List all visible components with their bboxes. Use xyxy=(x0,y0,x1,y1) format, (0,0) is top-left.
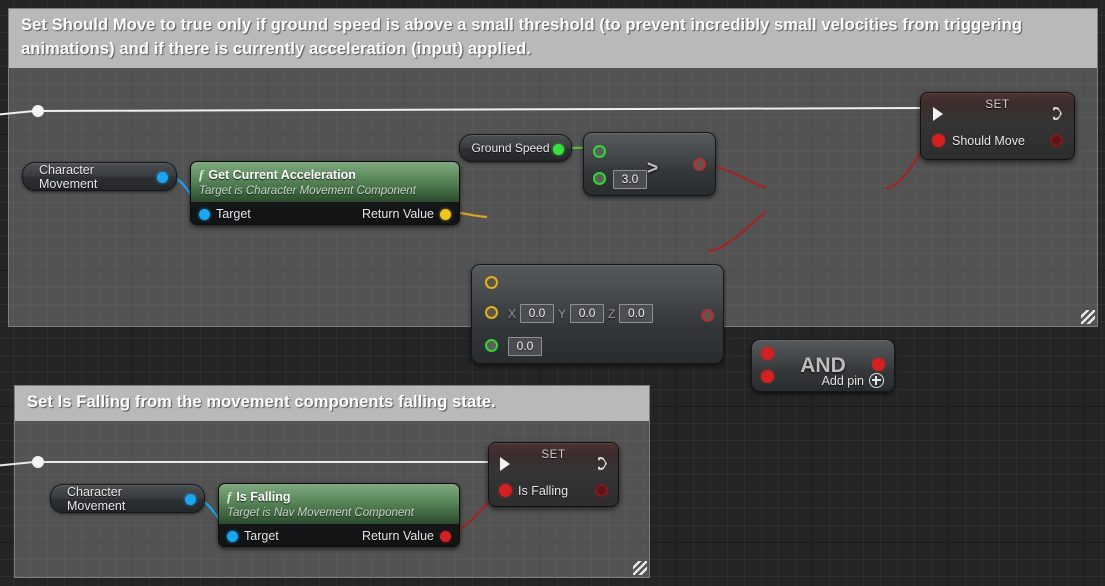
set-should-move-input-pin[interactable] xyxy=(932,134,945,147)
node-body: Target Return Value xyxy=(219,524,459,546)
target-pin-row[interactable]: Target xyxy=(199,207,251,221)
vector-result-pin[interactable] xyxy=(485,339,498,352)
function-icon: f xyxy=(227,489,232,504)
return-value-label: Return Value xyxy=(361,529,434,543)
blueprint-graph-canvas[interactable]: Set Should Move to true only if ground s… xyxy=(0,0,1105,586)
and-add-pin-button[interactable]: Add pin xyxy=(822,373,884,388)
return-value-pin-row[interactable]: Return Value xyxy=(362,207,451,221)
return-value-output-pin[interactable] xyxy=(440,530,451,542)
and-output-pin[interactable] xyxy=(872,358,885,371)
ground-speed-output-pin[interactable] xyxy=(553,144,564,155)
node-set-is-falling[interactable]: SET Is Falling xyxy=(488,442,619,507)
node-set-should-move[interactable]: SET Should Move xyxy=(920,92,1075,160)
greater-than-input-b-value[interactable]: 3.0 xyxy=(613,170,647,189)
greater-than-output-pin[interactable] xyxy=(693,158,706,171)
vector-x-input[interactable]: 0.0 xyxy=(520,304,555,323)
set-is-falling-output-pin[interactable] xyxy=(595,484,608,497)
vector-literal-input-pin[interactable] xyxy=(485,306,498,319)
character-movement-output-pin[interactable] xyxy=(157,172,168,183)
set-should-move-label: Should Move xyxy=(952,134,1025,148)
node-greater-than[interactable]: 3.0 > xyxy=(583,132,716,196)
node-and[interactable]: AND Add pin xyxy=(751,339,895,392)
character-movement-output-pin[interactable] xyxy=(185,494,196,505)
vector-x-label: X xyxy=(508,306,517,321)
ground-speed-label: Ground Speed xyxy=(471,141,550,155)
return-value-label: Return Value xyxy=(361,207,434,221)
node-get-current-acceleration[interactable]: f Get Current Acceleration Target is Char… xyxy=(190,161,460,225)
comment-resize-handle[interactable] xyxy=(1081,310,1095,324)
target-pin-row[interactable]: Target xyxy=(227,529,279,543)
node-body: Target Return Value xyxy=(191,202,459,224)
greater-than-input-a-pin[interactable] xyxy=(593,145,606,158)
vector-output-pin[interactable] xyxy=(701,309,714,322)
target-label: Target xyxy=(216,207,251,221)
exec-arrow-icon[interactable] xyxy=(933,107,943,121)
node-subtitle: Target is Character Movement Component xyxy=(199,185,416,197)
target-label: Target xyxy=(244,529,279,543)
return-value-pin-row[interactable]: Return Value xyxy=(362,529,451,543)
set-node-title: SET xyxy=(985,99,1010,111)
return-value-output-pin[interactable] xyxy=(440,208,451,220)
node-title: Get Current Acceleration xyxy=(208,168,356,182)
set-is-falling-label: Is Falling xyxy=(518,484,569,498)
vector-y-input[interactable]: 0.0 xyxy=(570,304,605,323)
node-header: f Is Falling Target is Nav Movement Compo… xyxy=(219,484,459,524)
node-character-movement-bottom[interactable]: Character Movement xyxy=(50,484,205,513)
node-vector-compare[interactable]: X 0.0 Y 0.0 Z 0.0 0.0 xyxy=(471,264,724,364)
vector-input-pin[interactable] xyxy=(485,276,498,289)
greater-than-input-b-pin[interactable] xyxy=(593,172,606,185)
vector-result-input[interactable]: 0.0 xyxy=(508,337,542,356)
vector-xyz-row[interactable]: X 0.0 Y 0.0 Z 0.0 xyxy=(508,304,654,323)
vector-z-input[interactable]: 0.0 xyxy=(619,304,654,323)
greater-than-operator: > xyxy=(647,158,659,179)
set-should-move-output-pin[interactable] xyxy=(1050,134,1063,147)
function-icon: f xyxy=(199,167,204,182)
node-title-row: f Get Current Acceleration xyxy=(199,166,449,184)
character-movement-label: Character Movement xyxy=(39,162,98,191)
node-subtitle: Target is Nav Movement Component xyxy=(227,507,414,519)
node-character-movement-top[interactable]: Character Movement xyxy=(22,162,177,191)
plus-circle-icon[interactable] xyxy=(869,373,884,388)
exec-arrow-icon[interactable] xyxy=(500,457,510,471)
node-header: f Get Current Acceleration Target is Char… xyxy=(191,162,459,202)
character-movement-label: Character Movement xyxy=(67,484,126,513)
node-title-row: f Is Falling xyxy=(227,488,449,506)
comment-resize-handle[interactable] xyxy=(633,561,647,575)
target-input-pin[interactable] xyxy=(199,208,210,220)
node-is-falling[interactable]: f Is Falling Target is Nav Movement Compo… xyxy=(218,483,460,547)
vector-y-label: Y xyxy=(558,306,567,321)
target-input-pin[interactable] xyxy=(227,530,238,542)
comment-title-should-move: Set Should Move to true only if ground s… xyxy=(9,9,1097,68)
add-pin-label: Add pin xyxy=(821,373,864,388)
vector-z-label: Z xyxy=(608,306,616,321)
node-ground-speed[interactable]: Ground Speed xyxy=(459,134,572,162)
comment-title-is-falling: Set Is Falling from the movement compone… xyxy=(15,386,649,421)
set-is-falling-input-pin[interactable] xyxy=(499,484,512,497)
node-title: Is Falling xyxy=(236,490,291,504)
